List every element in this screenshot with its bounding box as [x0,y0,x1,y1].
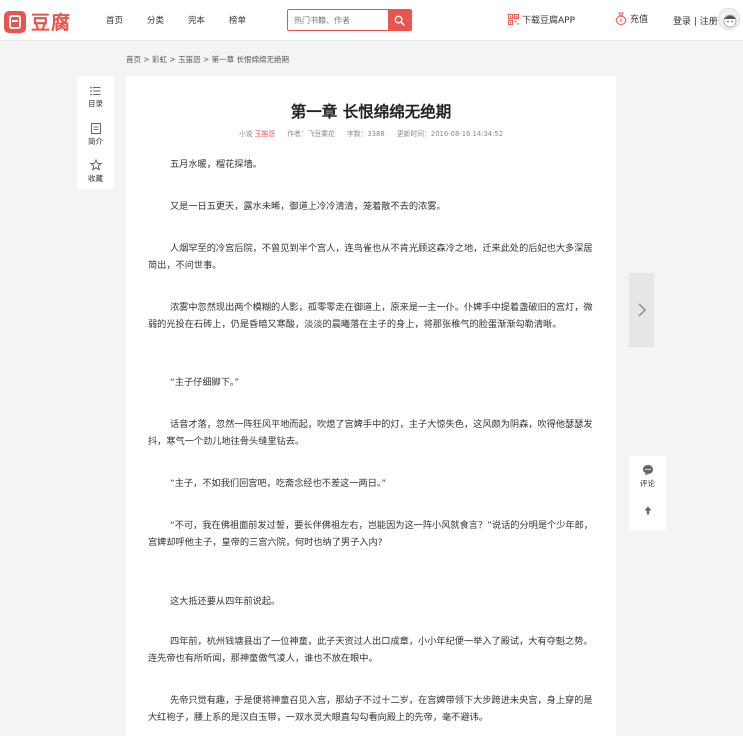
author-info: 作者：飞豆雾花 [287,130,335,138]
toc-button[interactable]: 目录 [77,78,114,116]
money-bag-icon: ¥ [615,12,627,25]
user-avatar-icon [723,14,737,28]
search-input[interactable] [288,10,388,30]
novel-label: 小说 [238,130,253,138]
toc-label: 目录 [88,98,103,108]
favorite-label: 收藏 [88,173,103,183]
chapter-content: 第一章 长恨绵绵无绝期 小说 玉笛怨 作者：飞豆雾花 字数：3388 更新时间：… [126,76,616,736]
comment-icon [642,465,653,476]
paragraph: 又是一日五更天，露水未晞，御道上冷冷清清，笼着散不去的浓雾。 [170,201,446,212]
recharge-label: 充值 [630,15,649,25]
download-app-link[interactable]: 下载豆腐APP [508,13,575,26]
paragraph: “主子仔细脚下。” [170,377,240,388]
arrow-up-icon [644,506,651,515]
paragraph: 先帝只觉有趣，于是便将神童召见入宫，那幼子不过十二岁，在宫婢带领下大步跨进未央宫… [148,695,593,723]
paragraph: 这大抵还要从四年前说起。 [170,596,281,607]
reader-tools-right: 评论 [629,456,666,530]
chevron-right-icon [638,303,646,317]
qr-code-icon [508,14,519,25]
chapter-meta: 小说 玉笛怨 作者：飞豆雾花 字数：3388 更新时间：2016-08-16 1… [126,128,616,138]
avatar[interactable] [718,8,740,30]
list-icon [90,86,101,95]
nav-finished[interactable]: 完本 [188,14,205,26]
document-icon [90,123,101,134]
search-button[interactable] [388,10,411,30]
paragraph: 五月水暖，榴花探墙。 [170,159,262,170]
paragraph: “不可，我在佛祖面前发过誓，要长伴佛祖左右，岂能因为这一阵小风就食言？”说话的分… [148,520,593,548]
update-time: 更新时间：2016-08-16 14:34:52 [396,130,504,138]
search-box [287,9,412,31]
comment-button[interactable]: 评论 [629,464,666,489]
paragraph: 浓雾中忽然现出两个模糊的人影，孤零零走在御道上，原来是一主一仆。仆婢手中提着盏破… [148,302,593,330]
paragraph: 人烟罕至的冷宫后院，不曾见到半个宫人，连鸟雀也从不肯光顾这森冷之地，迁来此处的后… [148,243,593,271]
nav-category[interactable]: 分类 [147,14,164,26]
search-icon [394,15,405,26]
paragraph: 话音才落，忽然一阵狂风平地而起，吹熄了宫婢手中的灯，主子大惊失色，这风颇为阴森，… [148,419,593,447]
reader-tools-left: 目录 简介 收藏 [77,76,114,189]
site-logo[interactable]: 豆腐 [4,8,71,35]
word-count: 字数：3388 [347,130,385,138]
intro-label: 简介 [88,137,103,146]
paragraph: “主子，不如我们回宫吧，吃斋念经也不差这一两日。” [170,478,387,489]
main-nav: 首页 分类 完本 榜单 [106,14,270,26]
favorite-button[interactable]: 收藏 [77,152,114,190]
svg-text:¥: ¥ [619,19,623,25]
download-app-label: 下载豆腐APP [522,16,576,26]
comment-label: 评论 [640,479,655,488]
intro-button[interactable]: 简介 [77,116,114,154]
login-register-link[interactable]: 登录 | 注册 [673,14,718,27]
top-header: 豆腐 首页 分类 完本 榜单 下载豆腐APP [0,0,743,41]
breadcrumb[interactable]: 首页 > 彩虹 > 玉笛怨 > 第一章 长恨绵绵无绝期 [126,54,289,65]
star-icon [89,158,102,171]
nav-ranking[interactable]: 榜单 [229,14,246,26]
next-chapter-button[interactable] [629,273,654,347]
logo-text: 豆腐 [31,12,72,34]
back-to-top-button[interactable] [629,506,666,515]
recharge-link[interactable]: ¥ 充值 [615,12,648,25]
novel-name-link[interactable]: 玉笛怨 [255,130,275,138]
paragraph: 四年前，杭州钱塘县出了一位神童，此子天资过人出口成章，小小年纪便一举入了殿试，大… [148,636,593,664]
chapter-title: 第一章 长恨绵绵无绝期 [290,103,452,121]
nav-home[interactable]: 首页 [106,14,123,26]
logo-icon [4,10,26,33]
